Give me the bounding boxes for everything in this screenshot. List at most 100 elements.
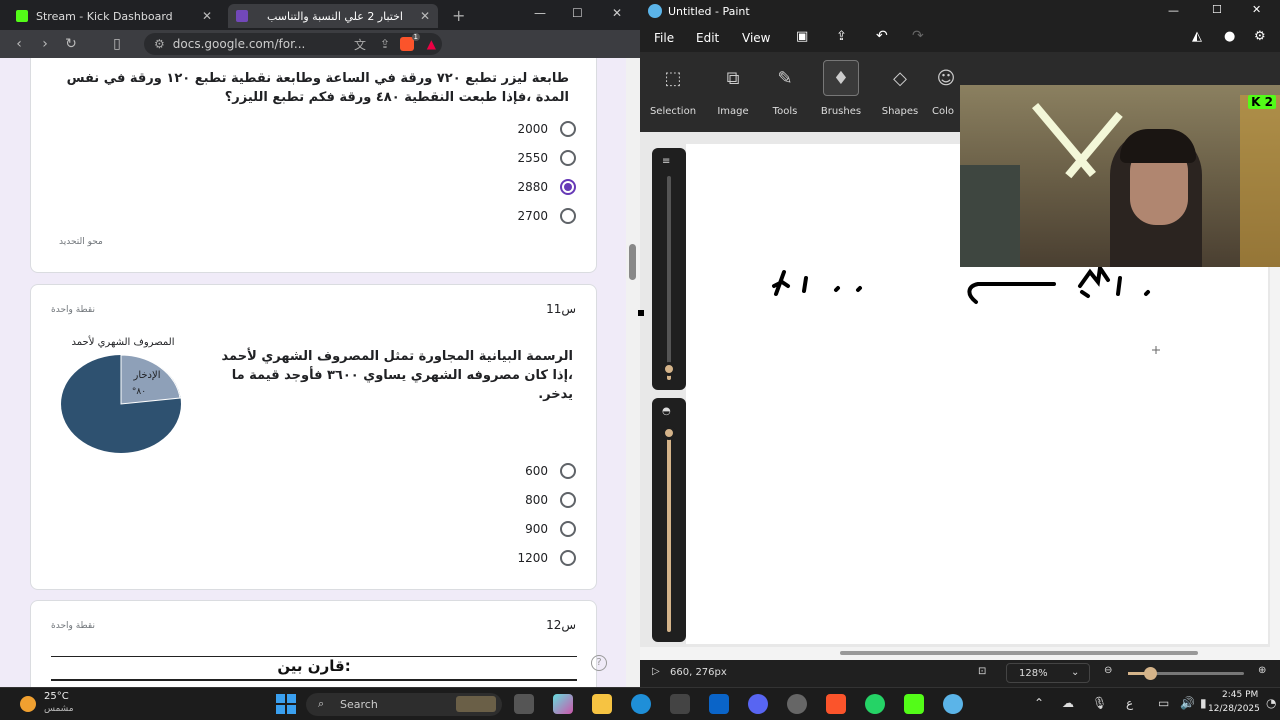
task-view-icon[interactable] [514, 694, 534, 714]
option-2000[interactable]: 2000 [517, 121, 576, 137]
volume-icon[interactable]: 🔊 [1180, 696, 1195, 710]
start-icon[interactable] [276, 694, 296, 714]
option-600[interactable]: 600 [525, 463, 576, 479]
slider-thumb[interactable] [662, 426, 676, 440]
radio-button[interactable] [560, 150, 576, 166]
canvas-resize-handle[interactable] [638, 310, 644, 316]
zoom-slider-thumb[interactable] [1144, 667, 1157, 680]
brave-rewards-icon[interactable]: ▲ [427, 37, 436, 51]
points-label: نقطة واحدة [51, 305, 95, 315]
brush-size-slider[interactable]: ≡ [652, 148, 686, 390]
copilot-icon[interactable] [553, 694, 573, 714]
back-icon[interactable]: ‹ [6, 36, 32, 52]
feedback-icon[interactable]: ◭ [1192, 29, 1202, 44]
microphone-icon[interactable]: 🎙 [1092, 696, 1107, 710]
notifications-icon[interactable]: ◔ [1266, 696, 1276, 710]
edge-icon[interactable] [631, 694, 651, 714]
tool-label: Brushes [820, 106, 862, 117]
save-icon[interactable]: ▣ [796, 29, 808, 44]
page-scrollbar[interactable] [626, 58, 640, 687]
forward-icon[interactable]: › [32, 36, 58, 52]
menu-edit[interactable]: Edit [696, 31, 719, 45]
site-settings-icon[interactable]: ⚙ [154, 37, 165, 51]
slider-track [667, 176, 671, 380]
address-bar[interactable]: ⚙ docs.google.com/for... 文 ⇪ 1 ▲ [144, 33, 442, 55]
help-icon[interactable]: ? [591, 655, 607, 671]
option-2700[interactable]: 2700 [517, 208, 576, 224]
kick-app-icon[interactable] [904, 694, 924, 714]
clear-selection-button[interactable]: محو التحديد [59, 237, 103, 247]
close-icon[interactable]: ✕ [1252, 3, 1261, 16]
zoom-dropdown[interactable]: 128% ⌄ [1006, 663, 1090, 683]
tool-group-tools[interactable]: ✎ Tools [757, 60, 813, 118]
brave-icon[interactable] [826, 694, 846, 714]
redo-icon[interactable]: ↷ [912, 28, 924, 44]
minimize-icon[interactable]: — [1168, 4, 1179, 17]
kick-icon [16, 10, 28, 22]
tool-group-brushes[interactable]: ♦ Brushes [813, 60, 869, 117]
tool-group-selection[interactable]: ⬚ Selection [645, 60, 701, 118]
account-icon[interactable]: ● [1224, 29, 1235, 44]
tool-group-shapes[interactable]: ◇ Shapes [872, 60, 928, 118]
reload-icon[interactable]: ↻ [58, 36, 84, 52]
opacity-slider[interactable]: ◓ [652, 398, 686, 642]
network-icon[interactable]: ▭ [1158, 696, 1169, 710]
battery-icon[interactable]: ▮ [1200, 696, 1207, 710]
menu-view[interactable]: View [742, 31, 770, 45]
paint-taskbar-icon[interactable] [943, 694, 963, 714]
radio-button[interactable] [560, 550, 576, 566]
option-1200[interactable]: 1200 [517, 550, 576, 566]
option-2880[interactable]: 2880 [517, 179, 576, 195]
option-label: 900 [525, 522, 548, 536]
weather-desc[interactable]: مشمس [44, 704, 74, 714]
new-tab-button[interactable]: + [452, 6, 465, 25]
radio-button[interactable] [560, 208, 576, 224]
store-icon[interactable] [670, 694, 690, 714]
maximize-icon[interactable]: ☐ [572, 6, 583, 20]
bookmark-icon[interactable]: ▯ [104, 36, 130, 52]
zoom-out-icon[interactable]: ⊖ [1104, 665, 1112, 676]
radio-button-selected[interactable] [560, 179, 576, 195]
tab-google-form[interactable]: اختبار 2 علي النسبة والتناسب ✕ [228, 4, 438, 28]
fit-to-window-icon[interactable]: ⊡ [978, 666, 986, 677]
tab-kick-dashboard[interactable]: Stream - Kick Dashboard ✕ [8, 4, 220, 28]
discord-icon[interactable] [748, 694, 768, 714]
tool-group-image[interactable]: ⧉ Image [705, 60, 761, 118]
zoom-slider[interactable] [1128, 667, 1244, 680]
translate-icon[interactable]: 文 [354, 36, 366, 53]
zoom-in-icon[interactable]: ⊕ [1258, 665, 1266, 676]
radio-button[interactable] [560, 463, 576, 479]
search-box[interactable]: ⌕ Search [306, 693, 502, 716]
close-window-icon[interactable]: ✕ [612, 6, 622, 20]
close-icon[interactable]: ✕ [202, 9, 212, 23]
clock-date[interactable]: 12/28/2025 [1208, 704, 1260, 714]
file-explorer-icon[interactable] [592, 694, 612, 714]
onedrive-icon[interactable]: ☁ [1062, 696, 1074, 710]
settings-app-icon[interactable] [787, 694, 807, 714]
radio-button[interactable] [560, 521, 576, 537]
radio-button[interactable] [560, 121, 576, 137]
language-indicator[interactable]: ع [1126, 696, 1133, 710]
weather-temp[interactable]: 25°C [44, 691, 69, 702]
slider-thumb[interactable] [662, 362, 676, 376]
outlook-icon[interactable] [709, 694, 729, 714]
horizontal-scrollbar[interactable] [640, 647, 1280, 660]
tray-chevron-icon[interactable]: ⌃ [1034, 696, 1044, 710]
settings-icon[interactable]: ⚙ [1254, 29, 1266, 44]
whatsapp-icon[interactable] [865, 694, 885, 714]
option-900[interactable]: 900 [525, 521, 576, 537]
minimize-icon[interactable]: — [534, 6, 546, 20]
option-800[interactable]: 800 [525, 492, 576, 508]
undo-icon[interactable]: ↶ [876, 28, 888, 44]
option-2550[interactable]: 2550 [517, 150, 576, 166]
scrollbar-thumb[interactable] [840, 651, 1198, 655]
radio-button[interactable] [560, 492, 576, 508]
tool-group-colors[interactable]: ☺ Colo [928, 60, 958, 118]
share-icon[interactable]: ⇪ [836, 29, 847, 44]
scrollbar-thumb[interactable] [629, 244, 636, 280]
clock-time[interactable]: 2:45 PM [1222, 690, 1258, 700]
maximize-icon[interactable]: ☐ [1212, 3, 1222, 16]
close-icon[interactable]: ✕ [420, 9, 430, 23]
menu-file[interactable]: File [654, 31, 674, 45]
share-icon[interactable]: ⇪ [380, 37, 390, 51]
